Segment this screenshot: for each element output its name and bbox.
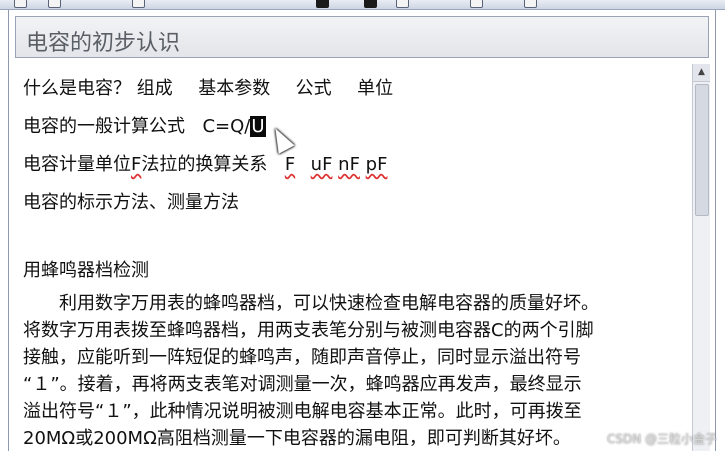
paragraph-line: 接触，应能听到一阵短促的蜂鸣声，随即声音停止，同时显示溢出符号 — [23, 347, 581, 368]
section-heading[interactable]: 用蜂鸣器档检测 — [23, 256, 149, 282]
paragraph-line: 20MΩ或200MΩ高阻档测量一下电容器的漏电阻，即可判断其好坏。 — [23, 428, 571, 449]
document-title: 电容的初步认识 — [26, 31, 181, 56]
outline-line-2[interactable]: 电容的一般计算公式 C=Q/U — [23, 112, 266, 138]
outline-line-1[interactable]: 什么是电容？ 组成 基本参数 公式 单位 — [23, 74, 393, 100]
paragraph-line: 溢出符号“１”，此种情况说明被测电解电容基本正常。此时，可再拨至 — [23, 401, 582, 422]
paragraph-line: “１”。接着，再将两支表笔对调测量一次，蜂鸣器应再发声，最终显示 — [23, 374, 582, 395]
outline-item: 基本参数 — [198, 78, 271, 99]
spellcheck-word: nF — [338, 154, 360, 175]
vertical-scrollbar[interactable]: ▲ — [692, 64, 710, 451]
toolbar-button-icon[interactable] — [316, 0, 329, 8]
outline-item: 电容的标示方法、测量方法 — [23, 192, 239, 213]
paragraph[interactable]: 利用数字万用表的蜂鸣器档，可以快速检查电解电容器的质量好坏。 将数字万用表拨至蜂… — [23, 290, 679, 451]
spellcheck-word: F — [131, 154, 142, 175]
paragraph-line: 将数字万用表拨至蜂鸣器档，用两支表笔分别与被测电容器C的两个引脚 — [23, 320, 594, 341]
toolbar-button-icon[interactable] — [48, 0, 61, 8]
document-window: 电容的初步认识 什么是电容？ 组成 基本参数 公式 单位 电容的一般计算公式 C… — [8, 10, 716, 451]
toolbar-button-icon[interactable] — [14, 0, 27, 8]
outline-item: 公式 — [295, 78, 332, 99]
watermark-text: CSDN @三粒小金子 — [606, 432, 717, 446]
outline-item: 电容计量单位 — [23, 154, 131, 175]
toolbar-button-icon[interactable] — [524, 0, 537, 8]
formula-text: C=Q/ — [202, 116, 251, 137]
outline-line-4[interactable]: 电容的标示方法、测量方法 — [23, 188, 239, 214]
toolbar-button-icon[interactable] — [132, 0, 145, 8]
toolbar-button-icon[interactable] — [364, 0, 377, 8]
outline-item: 电容的一般计算公式 — [23, 116, 185, 137]
outline-item: 法拉的换算关系 — [141, 154, 268, 175]
spellcheck-word: uF — [310, 154, 333, 175]
document-title-bar: 电容的初步认识 — [15, 16, 709, 58]
toolbar-button-icon[interactable] — [396, 0, 409, 8]
toolbar-strip — [0, 0, 725, 10]
outline-item: 组成 — [136, 78, 173, 99]
outline-item: 什么是电容？ — [23, 78, 131, 99]
document-body[interactable]: 什么是电容？ 组成 基本参数 公式 单位 电容的一般计算公式 C=Q/U 电容计… — [15, 64, 687, 451]
scroll-up-arrow-icon[interactable]: ▲ — [693, 64, 710, 82]
toolbar-button-icon[interactable] — [470, 0, 483, 8]
selected-text[interactable]: U — [250, 116, 266, 137]
paragraph-line: 利用数字万用表的蜂鸣器档，可以快速检查电解电容器的质量好坏。 — [23, 293, 599, 314]
outline-item: 单位 — [357, 78, 394, 99]
spellcheck-word: F — [284, 154, 296, 175]
scroll-thumb[interactable] — [695, 84, 709, 216]
spellcheck-word: pF — [365, 154, 388, 175]
outline-line-3[interactable]: 电容计量单位F法拉的换算关系 F uF nF pF — [23, 150, 387, 176]
